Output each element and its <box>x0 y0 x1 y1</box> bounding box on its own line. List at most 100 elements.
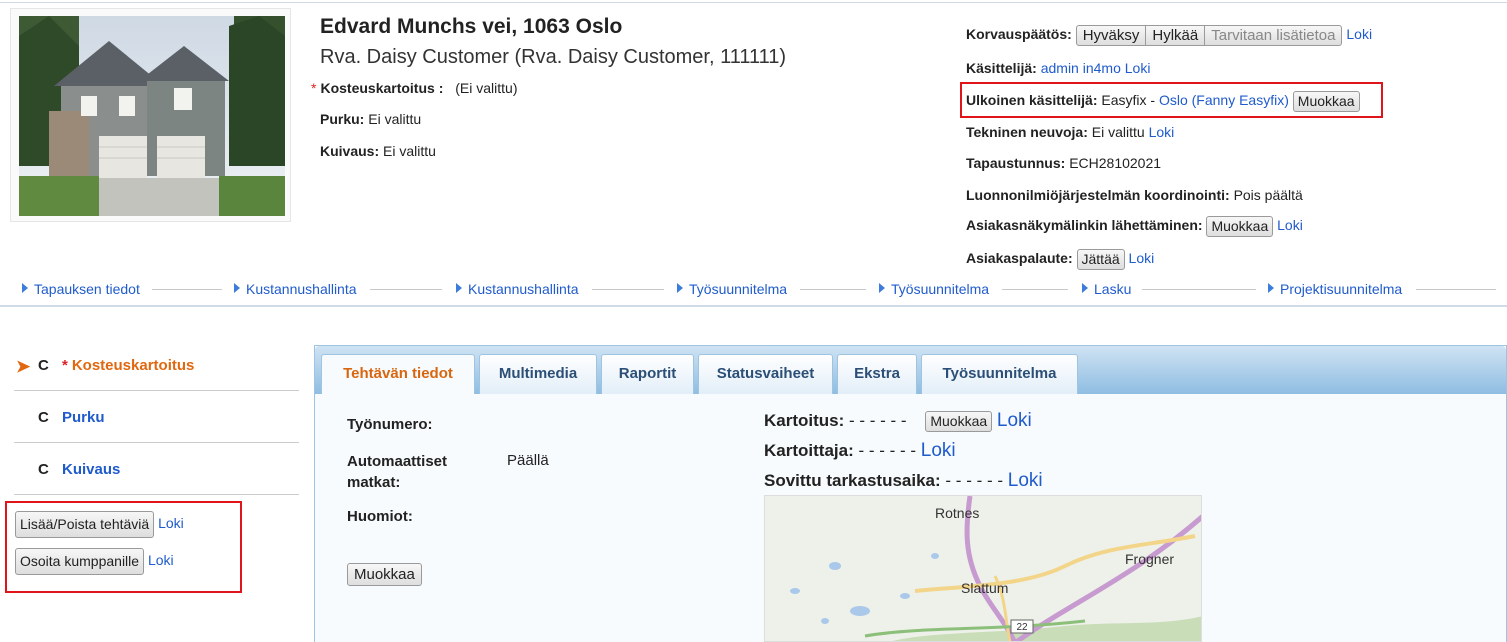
kasittelija-log-link[interactable]: Loki <box>1125 60 1151 76</box>
tyonumero-label: Työnumero: <box>347 416 433 433</box>
map-label-slattum: Slattum <box>961 580 1008 596</box>
kasittelija-link[interactable]: admin in4mo <box>1041 60 1121 76</box>
triangle-right-icon <box>1268 283 1274 293</box>
task-item-kosteuskartoitus[interactable]: ➤ C * Kosteuskartoitus <box>14 339 299 391</box>
tab-statusvaiheet[interactable]: Statusvaiheet <box>698 354 833 394</box>
tab-raportit[interactable]: Raportit <box>601 354 694 394</box>
task-status: C <box>38 461 49 478</box>
tekninen-value: Ei valittu <box>1091 124 1145 140</box>
task-name: Purku <box>62 409 105 426</box>
tab-multimedia[interactable]: Multimedia <box>479 354 597 394</box>
location-map[interactable]: 22 Rotnes Frogner Slattum <box>764 495 1202 642</box>
triangle-right-icon <box>22 283 28 293</box>
approve-button[interactable]: Hyväksy <box>1075 25 1147 46</box>
property-photo-frame <box>10 8 291 222</box>
triangle-right-icon <box>879 283 885 293</box>
kuivaus-label: Kuivaus: <box>320 143 380 159</box>
triangle-right-icon <box>1082 283 1088 293</box>
asiakasnakyma-log-link[interactable]: Loki <box>1277 217 1303 233</box>
task-item-kuivaus[interactable]: C Kuivaus <box>14 443 299 495</box>
kosteuskartoitus-label: Kosteuskartoitus : <box>320 80 444 96</box>
asiakaspalaute-log-link[interactable]: Loki <box>1129 250 1155 266</box>
huomiot-label: Huomiot: <box>347 508 413 525</box>
property-photo[interactable] <box>19 16 285 216</box>
asiakasnakyma-row: Asiakasnäkymälinkin lähettäminen: Muokka… <box>966 216 1303 237</box>
tekninen-row: Tekninen neuvoja: Ei valittu Loki <box>966 124 1174 140</box>
highlight-box-actions <box>5 501 242 593</box>
sovittu-row: Sovittu tarkastusaika: - - - - - - Loki <box>764 470 1043 492</box>
nav-lasku[interactable]: Lasku <box>1082 281 1131 297</box>
luonnonilmio-row: Luonnonilmiöjärjestelmän koordinointi: P… <box>966 187 1303 203</box>
required-marker: * <box>311 80 317 96</box>
task-item-purku[interactable]: C Purku <box>14 391 299 443</box>
purku-field: Purku: Ei valittu <box>320 111 421 127</box>
korvauspaatos-label: Korvauspäätös: <box>966 26 1072 43</box>
reject-button[interactable]: Hylkää <box>1145 25 1206 46</box>
tab-tyosuunnitelma[interactable]: Työsuunnitelma <box>921 354 1078 394</box>
kartoitus-row: Kartoitus: - - - - - - Muokkaa Loki <box>764 410 1032 433</box>
nav-projektisuunnitelma[interactable]: Projektisuunnitelma <box>1268 281 1402 297</box>
tapaustunnus-row: Tapaustunnus: ECH28102021 <box>966 155 1161 171</box>
nav-kustannushallinta-1[interactable]: Kustannushallinta <box>234 281 357 297</box>
asiakasnakyma-label: Asiakasnäkymälinkin lähettäminen: <box>966 217 1203 234</box>
purku-value: Ei valittu <box>368 111 422 127</box>
kartoitus-log-link[interactable]: Loki <box>997 410 1032 431</box>
tapaustunnus-label: Tapaustunnus: <box>966 155 1066 171</box>
triangle-right-icon <box>456 283 462 293</box>
automaattiset-label: Automaattiset matkat: <box>347 453 448 491</box>
sovittu-log-link[interactable]: Loki <box>1008 470 1043 491</box>
nav-tyosuunnitelma-1[interactable]: Työsuunnitelma <box>677 281 787 297</box>
tekninen-log-link[interactable]: Loki <box>1149 124 1175 140</box>
more-info-button[interactable]: Tarvitaan lisätietoa <box>1204 25 1343 46</box>
luonnonilmio-label: Luonnonilmiöjärjestelmän koordinointi: <box>966 187 1230 203</box>
kartoittaja-value: - - - - - - <box>858 441 917 460</box>
task-status: C <box>38 357 49 374</box>
sovittu-value: - - - - - - <box>945 471 1004 490</box>
task-status: C <box>38 409 49 426</box>
luonnonilmio-value: Pois päältä <box>1233 187 1303 203</box>
kuivaus-field: Kuivaus: Ei valittu <box>320 143 436 159</box>
kasittelija-row: Käsittelijä: admin in4mo Loki <box>966 60 1150 76</box>
asiakaspalaute-label: Asiakaspalaute: <box>966 250 1073 267</box>
leave-feedback-button[interactable]: Jättää <box>1076 249 1125 270</box>
nav-tyosuunnitelma-2[interactable]: Työsuunnitelma <box>879 281 989 297</box>
kartoitus-value: - - - - - - <box>849 411 907 430</box>
nav-tapauksen-tiedot[interactable]: Tapauksen tiedot <box>22 281 140 297</box>
road-number-label: 22 <box>1016 622 1028 633</box>
sovittu-label: Sovittu tarkastusaika: <box>764 471 941 490</box>
kartoittaja-row: Kartoittaja: - - - - - - Loki <box>764 440 956 462</box>
kosteuskartoitus-field: * Kosteuskartoitus : (Ei valittu) <box>311 80 518 96</box>
korvauspaatos-log-link[interactable]: Loki <box>1346 26 1372 42</box>
chevron-right-icon: ➤ <box>16 357 31 376</box>
triangle-right-icon <box>677 283 683 293</box>
korvauspaatos-row: Korvauspäätös: Hyväksy Hylkää Tarvitaan … <box>966 25 1372 46</box>
kartoittaja-log-link[interactable]: Loki <box>921 440 956 461</box>
map-label-rotnes: Rotnes <box>935 505 979 521</box>
kartoittaja-label: Kartoittaja: <box>764 441 854 460</box>
korvauspaatos-buttons: Hyväksy Hylkää Tarvitaan lisätietoa <box>1075 25 1343 46</box>
purku-label: Purku: <box>320 111 365 127</box>
triangle-right-icon <box>234 283 240 293</box>
tab-tehtavan-tiedot[interactable]: Tehtävän tiedot <box>321 354 475 394</box>
kasittelija-label: Käsittelijä: <box>966 60 1037 76</box>
task-name: * Kosteuskartoitus <box>62 357 195 374</box>
nav-kustannushallinta-2[interactable]: Kustannushallinta <box>456 281 579 297</box>
tekninen-label: Tekninen neuvoja: <box>966 124 1088 140</box>
map-label-frogner: Frogner <box>1125 551 1174 567</box>
automaattiset-value: Päällä <box>507 452 549 469</box>
top-divider <box>0 2 1507 3</box>
customer-name: Rva. Daisy Customer (Rva. Daisy Customer… <box>320 46 787 68</box>
task-name: Kuivaus <box>62 461 121 478</box>
tab-bar: Tehtävän tiedot Multimedia Raportit Stat… <box>315 346 1506 394</box>
section-divider <box>0 305 1507 307</box>
kuivaus-value: Ei valittu <box>383 143 436 159</box>
tab-ekstra[interactable]: Ekstra <box>837 354 917 394</box>
case-address: Edvard Munchs vei, 1063 Oslo <box>320 15 623 38</box>
details-edit-button[interactable]: Muokkaa <box>347 563 422 586</box>
kartoitus-label: Kartoitus: <box>764 411 845 430</box>
tapaustunnus-value: ECH28102021 <box>1069 155 1162 171</box>
kosteuskartoitus-value: (Ei valittu) <box>455 80 518 96</box>
highlight-box-external-handler <box>960 82 1383 118</box>
kartoitus-edit-button[interactable]: Muokkaa <box>925 411 993 433</box>
asiakasnakyma-edit-button[interactable]: Muokkaa <box>1206 216 1274 237</box>
